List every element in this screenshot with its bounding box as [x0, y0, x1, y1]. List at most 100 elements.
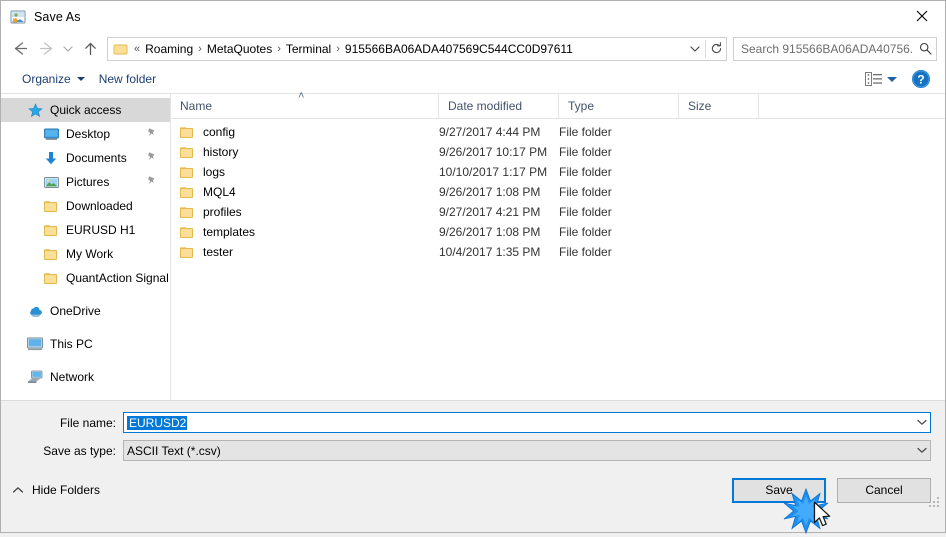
- sort-ascending-caret-icon: ˄: [298, 90, 305, 102]
- search-input[interactable]: Search 915566BA06ADA40756...: [734, 42, 914, 56]
- table-row[interactable]: templates 9/26/2017 1:08 PM File folder: [171, 222, 945, 242]
- sidebar-item-pictures[interactable]: Pictures: [1, 170, 170, 194]
- recent-locations-chevron-icon[interactable]: [59, 36, 77, 62]
- chevron-down-icon[interactable]: [913, 441, 930, 460]
- cancel-button[interactable]: Cancel: [837, 477, 931, 503]
- organize-button[interactable]: Organize: [15, 69, 92, 89]
- chevron-up-icon: [12, 483, 24, 497]
- sidebar-item-network[interactable]: Network: [1, 365, 170, 389]
- table-row[interactable]: config 9/27/2017 4:44 PM File folder: [171, 122, 945, 142]
- new-folder-label: New folder: [98, 72, 157, 86]
- column-header-date-modified[interactable]: Date modified: [439, 94, 559, 118]
- breadcrumb-item-terminal-id[interactable]: 915566BA06ADA407569C544CC0D97611: [341, 41, 577, 57]
- column-header-size[interactable]: Size: [679, 94, 759, 118]
- network-icon: [27, 369, 43, 385]
- breadcrumb-item-metaquotes[interactable]: MetaQuotes: [203, 41, 276, 57]
- table-row[interactable]: tester 10/4/2017 1:35 PM File folder: [171, 242, 945, 262]
- sidebar-item-eurusd-h1[interactable]: EURUSD H1: [1, 218, 170, 242]
- column-header-label: Name: [180, 99, 213, 113]
- pin-icon[interactable]: [146, 175, 157, 189]
- sidebar-item-quantaction-signal[interactable]: QuantAction Signal: [1, 266, 170, 290]
- column-header-label: Type: [568, 99, 595, 113]
- sidebar-item-my-work[interactable]: My Work: [1, 242, 170, 266]
- file-name-input[interactable]: EURUSD2: [123, 412, 931, 433]
- file-name: tester: [203, 245, 234, 259]
- cell-size: [679, 162, 759, 182]
- breadcrumb-item-roaming[interactable]: Roaming: [141, 41, 197, 57]
- sidebar-item-this-pc[interactable]: This PC: [1, 332, 170, 356]
- sidebar-item-desktop[interactable]: Desktop: [1, 122, 170, 146]
- chevron-down-icon[interactable]: [685, 38, 705, 60]
- table-row[interactable]: profiles 9/27/2017 4:21 PM File folder: [171, 202, 945, 222]
- file-name-label: File name:: [59, 415, 116, 430]
- cell-type: File folder: [559, 185, 612, 199]
- folder-icon: [180, 206, 195, 219]
- view-mode-icon[interactable]: [863, 69, 885, 89]
- cell-type: File folder: [559, 225, 612, 239]
- column-headers: Name ˄ Date modified Type Size: [171, 90, 945, 119]
- pictures-icon: [43, 174, 59, 190]
- save-as-dialog: Save As « Roaming › MetaQuotes › Termina…: [0, 0, 946, 535]
- column-header-type[interactable]: Type: [559, 94, 679, 118]
- sidebar-item-onedrive[interactable]: OneDrive: [1, 299, 170, 323]
- refresh-icon[interactable]: [706, 38, 726, 60]
- sidebar-item-label: OneDrive: [50, 304, 101, 318]
- help-icon[interactable]: ?: [911, 69, 931, 89]
- breadcrumb-overflow[interactable]: «: [133, 43, 141, 55]
- cell-size: [679, 182, 759, 202]
- sidebar-item-downloaded[interactable]: Downloaded: [1, 194, 170, 218]
- close-button[interactable]: [899, 1, 945, 31]
- sidebar-item-label: Downloaded: [66, 199, 133, 213]
- up-arrow-icon[interactable]: [77, 36, 103, 62]
- save-button-label: Save: [765, 483, 793, 497]
- folder-icon: [180, 126, 195, 139]
- search-icon[interactable]: [914, 38, 936, 60]
- file-name-value[interactable]: EURUSD2: [124, 415, 913, 430]
- navigation-bar: « Roaming › MetaQuotes › Terminal › 9155…: [1, 32, 945, 65]
- hide-folders-label: Hide Folders: [32, 483, 101, 497]
- cell-date-modified: 9/26/2017 1:08 PM: [439, 185, 541, 199]
- column-header-name[interactable]: Name ˄: [171, 90, 439, 118]
- cell-size: [679, 142, 759, 162]
- title-bar: Save As: [1, 1, 945, 32]
- search-box[interactable]: Search 915566BA06ADA40756...: [733, 36, 937, 61]
- table-row[interactable]: logs 10/10/2017 1:17 PM File folder: [171, 162, 945, 182]
- cell-name: history: [171, 142, 439, 162]
- resize-grip-icon[interactable]: [929, 497, 941, 509]
- new-folder-button[interactable]: New folder: [92, 69, 163, 89]
- cell-name: profiles: [171, 202, 439, 222]
- cell-name: logs: [171, 162, 439, 182]
- forward-arrow-icon[interactable]: [33, 36, 59, 62]
- table-row[interactable]: MQL4 9/26/2017 1:08 PM File folder: [171, 182, 945, 202]
- breadcrumb-item-terminal[interactable]: Terminal: [282, 41, 335, 57]
- back-arrow-icon[interactable]: [7, 36, 33, 62]
- toolbar: Organize New folder ?: [1, 65, 945, 94]
- sidebar-item-label: QuantAction Signal: [66, 271, 169, 285]
- folder-icon: [180, 186, 195, 199]
- cell-date-modified: 10/4/2017 1:35 PM: [439, 245, 541, 259]
- save-button[interactable]: Save: [732, 477, 826, 503]
- cell-date-modified: 9/27/2017 4:44 PM: [439, 125, 541, 139]
- file-name: config: [203, 125, 236, 139]
- window-title: Save As: [34, 9, 81, 24]
- save-as-type-label: Save as type:: [43, 443, 116, 458]
- save-as-icon: [10, 9, 26, 25]
- pin-icon[interactable]: [146, 151, 157, 165]
- folder-icon: [180, 226, 195, 239]
- save-as-type-select[interactable]: ASCII Text (*.csv): [123, 440, 931, 461]
- star-icon: [27, 102, 43, 118]
- hide-folders-button[interactable]: Hide Folders: [12, 483, 100, 497]
- sidebar-item-documents[interactable]: Documents: [1, 146, 170, 170]
- chevron-down-icon[interactable]: [887, 76, 897, 82]
- file-rows: config 9/27/2017 4:44 PM File folder his…: [171, 119, 945, 400]
- address-bar[interactable]: « Roaming › MetaQuotes › Terminal › 9155…: [107, 36, 727, 61]
- table-row[interactable]: history 9/26/2017 10:17 PM File folder: [171, 142, 945, 162]
- cell-size: [679, 222, 759, 242]
- folder-icon: [180, 146, 195, 159]
- pin-icon[interactable]: [146, 127, 157, 141]
- chevron-down-icon: [76, 77, 85, 81]
- chevron-down-icon[interactable]: [913, 413, 930, 432]
- sidebar-item-quick-access[interactable]: Quick access: [1, 98, 170, 122]
